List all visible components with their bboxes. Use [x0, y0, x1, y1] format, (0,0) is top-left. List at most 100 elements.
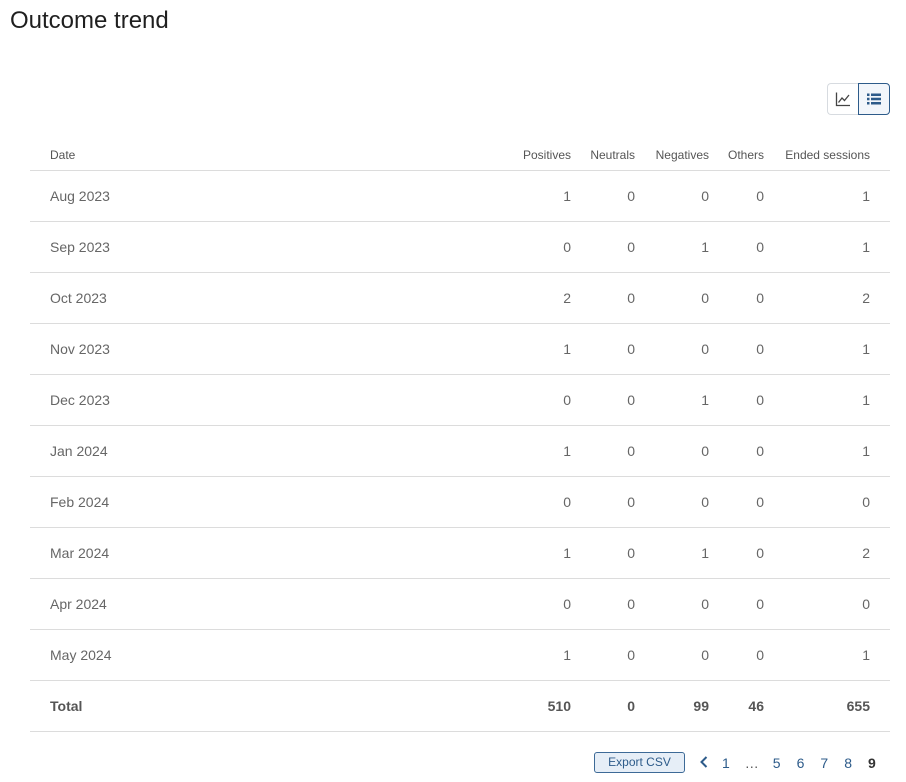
header-others[interactable]: Others	[709, 140, 764, 171]
cell-neutrals: 0	[571, 578, 635, 630]
cell-neutrals: 0	[571, 527, 635, 579]
cell-others: 0	[709, 221, 764, 273]
outcome-table: Date Positives Neutrals Negatives Others…	[30, 140, 890, 732]
cell-positives: 0	[500, 476, 571, 528]
page-ellipsis: …	[744, 754, 759, 771]
header-date[interactable]: Date	[30, 140, 500, 171]
cell-ended-sessions: 1	[764, 425, 890, 477]
cell-date: Sep 2023	[30, 221, 500, 273]
cell-negatives: 0	[635, 476, 709, 528]
cell-date: May 2024	[30, 629, 500, 681]
cell-negatives: 0	[635, 272, 709, 324]
table-view-button[interactable]	[858, 83, 890, 115]
cell-positives: 1	[500, 323, 571, 375]
total-negatives: 99	[635, 680, 709, 732]
cell-positives: 0	[500, 374, 571, 426]
table-row: Feb 2024 0 0 0 0 0	[30, 476, 890, 528]
cell-others: 0	[709, 323, 764, 375]
cell-negatives: 0	[635, 578, 709, 630]
total-others: 46	[709, 680, 764, 732]
cell-date: Oct 2023	[30, 272, 500, 324]
cell-ended-sessions: 2	[764, 527, 890, 579]
cell-date: Mar 2024	[30, 527, 500, 579]
cell-neutrals: 0	[571, 170, 635, 222]
table-total-row: Total 510 0 99 46 655	[30, 680, 890, 732]
header-neutrals[interactable]: Neutrals	[571, 140, 635, 171]
cell-date: Jan 2024	[30, 425, 500, 477]
cell-neutrals: 0	[571, 476, 635, 528]
table-row: Mar 2024 1 0 1 0 2	[30, 527, 890, 579]
cell-neutrals: 0	[571, 425, 635, 477]
line-chart-icon	[835, 92, 850, 107]
table-row: Dec 2023 0 0 1 0 1	[30, 374, 890, 426]
cell-positives: 1	[500, 170, 571, 222]
table-row: Apr 2024 0 0 0 0 0	[30, 578, 890, 630]
header-ended-sessions[interactable]: Ended sessions	[764, 140, 890, 171]
table-row: Aug 2023 1 0 0 0 1	[30, 170, 890, 222]
export-csv-button[interactable]: Export CSV	[594, 752, 685, 773]
cell-others: 0	[709, 425, 764, 477]
table-row: Nov 2023 1 0 0 0 1	[30, 323, 890, 375]
cell-ended-sessions: 1	[764, 323, 890, 375]
cell-ended-sessions: 2	[764, 272, 890, 324]
header-positives[interactable]: Positives	[500, 140, 571, 171]
cell-others: 0	[709, 374, 764, 426]
cell-others: 0	[709, 578, 764, 630]
pagination: 1 … 5 6 7 8 9	[700, 752, 876, 773]
cell-neutrals: 0	[571, 629, 635, 681]
list-icon	[867, 93, 881, 105]
page-title: Outcome trend	[10, 7, 169, 34]
chart-view-button[interactable]	[827, 83, 858, 115]
cell-negatives: 0	[635, 323, 709, 375]
outcome-table-container: Date Positives Neutrals Negatives Others…	[30, 140, 890, 732]
table-row: May 2024 1 0 0 0 1	[30, 629, 890, 681]
cell-others: 0	[709, 476, 764, 528]
page-current-9: 9	[867, 754, 876, 771]
cell-date: Nov 2023	[30, 323, 500, 375]
cell-negatives: 0	[635, 629, 709, 681]
cell-ended-sessions: 0	[764, 578, 890, 630]
cell-ended-sessions: 1	[764, 374, 890, 426]
cell-positives: 1	[500, 425, 571, 477]
cell-others: 0	[709, 170, 764, 222]
cell-negatives: 1	[635, 221, 709, 273]
table-row: Oct 2023 2 0 0 0 2	[30, 272, 890, 324]
cell-positives: 1	[500, 629, 571, 681]
cell-neutrals: 0	[571, 221, 635, 273]
cell-date: Feb 2024	[30, 476, 500, 528]
cell-date: Apr 2024	[30, 578, 500, 630]
cell-positives: 1	[500, 527, 571, 579]
cell-ended-sessions: 1	[764, 170, 890, 222]
table-row: Jan 2024 1 0 0 0 1	[30, 425, 890, 477]
cell-neutrals: 0	[571, 272, 635, 324]
cell-others: 0	[709, 272, 764, 324]
cell-neutrals: 0	[571, 323, 635, 375]
cell-negatives: 1	[635, 527, 709, 579]
cell-positives: 0	[500, 578, 571, 630]
cell-positives: 0	[500, 221, 571, 273]
header-negatives[interactable]: Negatives	[635, 140, 709, 171]
page-link-1[interactable]: 1	[722, 755, 730, 771]
cell-date: Dec 2023	[30, 374, 500, 426]
total-ended-sessions: 655	[764, 680, 890, 732]
total-label: Total	[30, 680, 500, 732]
table-row: Sep 2023 0 0 1 0 1	[30, 221, 890, 273]
cell-others: 0	[709, 527, 764, 579]
cell-neutrals: 0	[571, 374, 635, 426]
table-header-row: Date Positives Neutrals Negatives Others…	[30, 140, 890, 171]
cell-positives: 2	[500, 272, 571, 324]
cell-negatives: 0	[635, 170, 709, 222]
cell-negatives: 0	[635, 425, 709, 477]
cell-ended-sessions: 0	[764, 476, 890, 528]
view-toggle	[827, 83, 890, 115]
table-footer: Export CSV 1 … 5 6 7 8 9	[0, 752, 906, 774]
cell-negatives: 1	[635, 374, 709, 426]
page-link-8[interactable]: 8	[844, 755, 852, 771]
page-link-7[interactable]: 7	[820, 755, 828, 771]
cell-date: Aug 2023	[30, 170, 500, 222]
page-link-6[interactable]: 6	[797, 755, 805, 771]
chevron-left-icon[interactable]	[700, 755, 708, 771]
total-neutrals: 0	[571, 680, 635, 732]
cell-ended-sessions: 1	[764, 221, 890, 273]
page-link-5[interactable]: 5	[773, 755, 781, 771]
